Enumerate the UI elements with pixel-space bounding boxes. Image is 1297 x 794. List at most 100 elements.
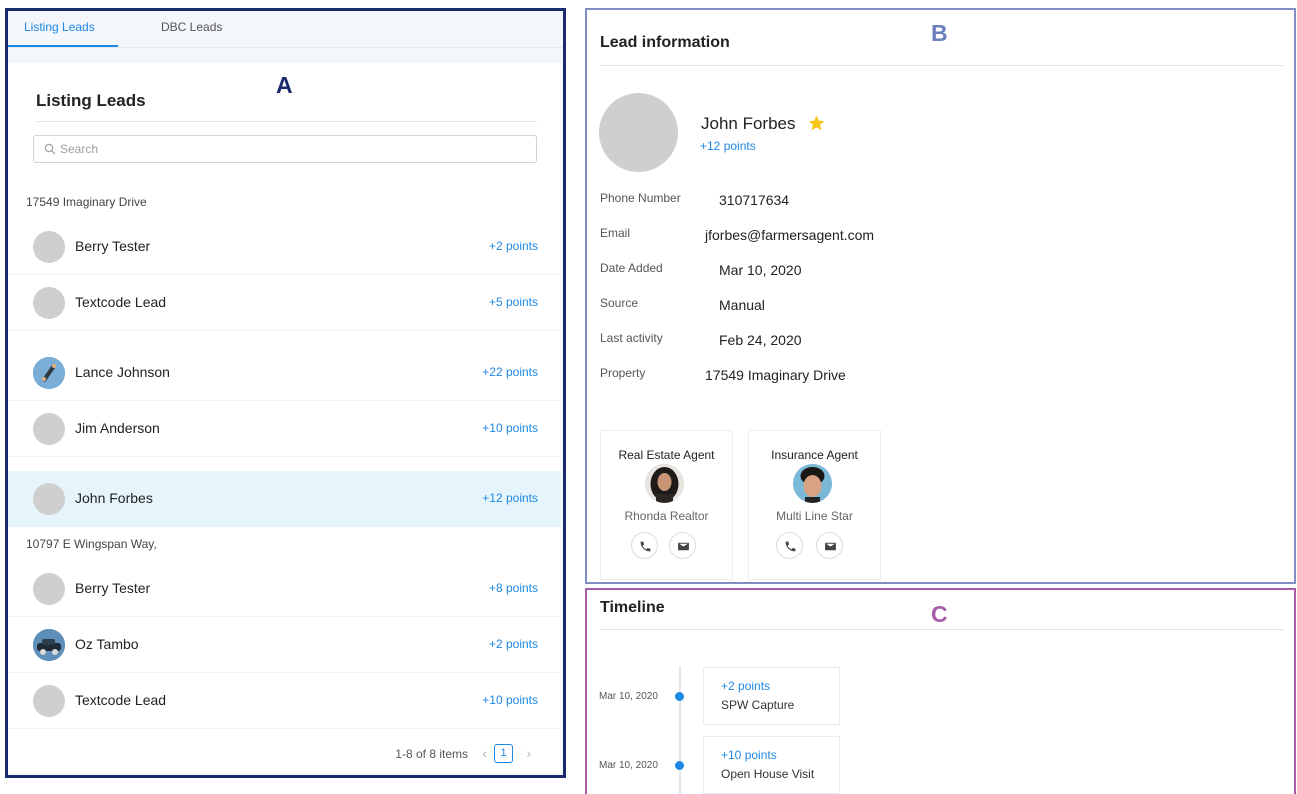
agent-photo-icon	[645, 464, 684, 503]
field-label-last-activity: Last activity	[600, 331, 663, 345]
prev-page-button[interactable]: ‹	[482, 745, 487, 761]
avatar	[793, 464, 832, 503]
timeline-title: Timeline	[600, 599, 665, 616]
lead-name: Textcode Lead	[75, 294, 167, 310]
skateboarder-photo-icon	[33, 357, 65, 389]
lead-row[interactable]: Textcode Lead +5 points	[8, 275, 561, 331]
lead-name: Lance Johnson	[75, 364, 170, 380]
tab-dbc-leads[interactable]: DBC Leads	[161, 20, 222, 34]
divider	[36, 121, 537, 122]
timeline-date: Mar 10, 2020	[599, 691, 658, 702]
divider	[600, 65, 1284, 66]
avatar	[33, 357, 65, 389]
leads-list-card: Listing Leads 17549 Imaginary Drive Berr…	[8, 63, 561, 773]
page-1-button[interactable]: 1	[494, 744, 513, 763]
search-icon	[44, 143, 56, 155]
leads-list-panel: Listing Leads DBC Leads Listing Leads 17…	[5, 8, 566, 778]
field-label-email: Email	[600, 226, 631, 240]
real-estate-agent-card: Real Estate Agent Rhonda Realtor	[600, 430, 733, 580]
timeline-panel: Timeline C Mar 10, 2020 +2 points SPW Ca…	[585, 588, 1296, 794]
timeline-date: Mar 10, 2020	[599, 760, 658, 771]
agent-name: Rhonda Realtor	[624, 509, 709, 523]
lead-points: +22 points	[482, 365, 538, 379]
field-value-email: jforbes@farmersagent.com	[705, 227, 875, 243]
timeline-axis	[679, 666, 681, 794]
lead-row-selected[interactable]: John Forbes +12 points	[8, 471, 561, 527]
field-label-phone: Phone Number	[600, 191, 681, 205]
avatar	[645, 464, 684, 503]
list-title: Listing Leads	[36, 91, 146, 110]
avatar	[33, 573, 65, 605]
field-value-date-added: Mar 10, 2020	[719, 262, 802, 278]
timeline-dot	[675, 692, 684, 701]
phone-icon	[640, 541, 651, 552]
group-label-address: 17549 Imaginary Drive	[26, 195, 147, 209]
lead-row[interactable]: Lance Johnson +22 points	[8, 345, 561, 401]
agent-name: Multi Line Star	[776, 509, 853, 523]
call-agent-button[interactable]	[631, 532, 658, 559]
field-value-last-activity: Feb 24, 2020	[719, 332, 802, 348]
panel-label-b: B	[931, 20, 948, 46]
field-label-property: Property	[600, 366, 646, 380]
event-name: SPW Capture	[721, 698, 795, 712]
pagination: 1-8 of 8 items ‹ 1 ›	[385, 744, 535, 764]
lead-points: +8 points	[488, 581, 538, 595]
avatar	[33, 413, 65, 445]
lead-points: +2 points	[488, 637, 538, 651]
avatar	[33, 685, 65, 717]
avatar	[33, 629, 65, 661]
star-icon[interactable]	[807, 114, 826, 133]
lead-points: +12 points	[482, 491, 538, 505]
active-tab-indicator	[8, 45, 118, 47]
agent-role: Real Estate Agent	[618, 448, 715, 462]
lead-row[interactable]: Textcode Lead +10 points	[8, 673, 561, 729]
field-value-phone: 310717634	[719, 192, 790, 208]
call-agent-button[interactable]	[776, 532, 803, 559]
event-points: +2 points	[721, 679, 771, 693]
lead-points: +2 points	[488, 239, 538, 253]
lead-name: John Forbes	[701, 114, 796, 133]
lead-row[interactable]: Jim Anderson +10 points	[8, 401, 561, 457]
search-box	[33, 135, 537, 163]
email-icon	[825, 542, 836, 551]
agent-role: Insurance Agent	[771, 448, 858, 462]
lead-name: Berry Tester	[75, 580, 151, 596]
lead-points: +12 points	[700, 139, 756, 153]
lead-avatar	[599, 93, 678, 172]
avatar	[33, 231, 65, 263]
next-page-button[interactable]: ›	[526, 745, 531, 761]
avatar	[33, 287, 65, 319]
lead-name: Jim Anderson	[75, 420, 160, 436]
email-agent-button[interactable]	[669, 532, 696, 559]
email-icon	[678, 542, 689, 551]
lead-row[interactable]: Berry Tester +2 points	[8, 219, 561, 275]
lead-name: John Forbes	[75, 490, 153, 506]
panel-label-a: A	[276, 72, 293, 98]
lead-information-panel: Lead information B John Forbes +12 point…	[585, 8, 1296, 584]
agent-photo-icon	[793, 464, 832, 503]
lead-row[interactable]: Berry Tester +8 points	[8, 561, 561, 617]
field-value-property: 17549 Imaginary Drive	[705, 367, 846, 383]
insurance-agent-card: Insurance Agent Multi Line Star	[748, 430, 881, 580]
lead-points: +10 points	[482, 693, 538, 707]
tab-listing-leads[interactable]: Listing Leads	[24, 20, 95, 34]
tab-bar: Listing Leads DBC Leads	[8, 11, 563, 48]
timeline-event-card[interactable]: +10 points Open House Visit	[703, 736, 840, 794]
event-points: +10 points	[721, 748, 777, 762]
event-name: Open House Visit	[721, 767, 815, 781]
lead-points: +10 points	[482, 421, 538, 435]
timeline-event-card[interactable]: +2 points SPW Capture	[703, 667, 840, 725]
lead-row[interactable]: Oz Tambo +2 points	[8, 617, 561, 673]
panel-label-c: C	[931, 601, 948, 627]
timeline-dot	[675, 761, 684, 770]
search-input[interactable]	[60, 140, 520, 158]
pagination-range: 1-8 of 8 items	[395, 747, 468, 761]
field-label-date-added: Date Added	[600, 261, 663, 275]
email-agent-button[interactable]	[816, 532, 843, 559]
car-photo-icon	[33, 629, 65, 661]
lead-name: Oz Tambo	[75, 636, 139, 652]
divider	[600, 629, 1284, 630]
lead-points: +5 points	[488, 295, 538, 309]
phone-icon	[785, 541, 796, 552]
group-label-address: 10797 E Wingspan Way,	[26, 537, 157, 551]
